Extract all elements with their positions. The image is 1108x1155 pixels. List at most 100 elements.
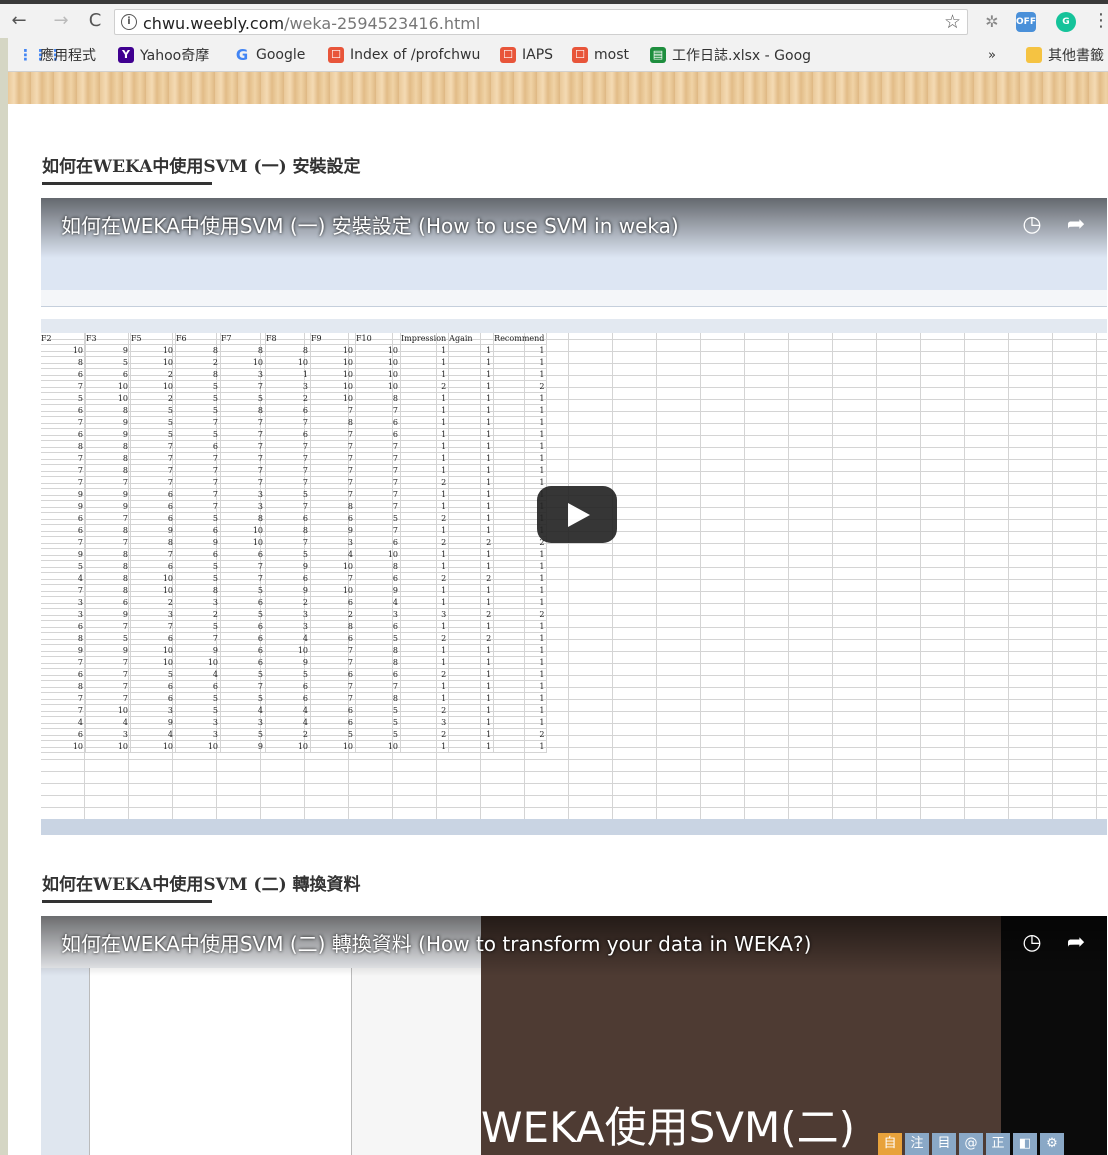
table-cell: 6 xyxy=(41,512,86,525)
heading-underline xyxy=(42,182,212,185)
reload-button[interactable]: C xyxy=(84,10,106,32)
bookmark-google[interactable]: G Google xyxy=(234,45,306,65)
table-cell: 7 xyxy=(310,428,356,441)
table-cell: 1 xyxy=(400,440,450,453)
table-cell: 9 xyxy=(85,608,131,621)
table-cell: 5 xyxy=(130,416,176,429)
table-cell: 5 xyxy=(355,632,401,645)
extension-toolbar: 自 注 目 @ 正 ◧ ⚙ xyxy=(878,1133,1103,1155)
table-cell: 8 xyxy=(310,620,356,633)
video-player-1[interactable]: F2 F3 F5 F6 F7 F8 F9 F10 Impression Again Recommen… xyxy=(41,198,1107,835)
table-cell: 7 xyxy=(220,476,266,489)
menu-icon[interactable]: ⋮ xyxy=(1092,10,1108,32)
bookmark-label: most xyxy=(594,47,629,63)
section-heading-2: 如何在WEKA中使用SVM (二) 轉換資料 xyxy=(42,875,361,895)
play-button[interactable] xyxy=(537,486,617,543)
table-cell: 1 xyxy=(448,524,495,537)
table-cell: 6 xyxy=(41,668,86,681)
table-cell: 10 xyxy=(130,584,176,597)
forward-button[interactable]: → xyxy=(50,10,72,32)
grammarly-icon[interactable]: G xyxy=(1056,12,1076,32)
section-heading-1: 如何在WEKA中使用SVM (一) 安裝設定 xyxy=(42,157,361,177)
table-row: 67658665211 xyxy=(41,512,548,525)
table-cell: 1 xyxy=(493,716,548,729)
table-row: 88767777111 xyxy=(41,440,548,453)
bookmark-most[interactable]: ☐ most xyxy=(572,45,629,65)
ext-button[interactable]: 自 xyxy=(878,1133,902,1155)
share-icon[interactable]: ➦ xyxy=(1063,930,1089,956)
ext-button[interactable]: 注 xyxy=(905,1133,929,1155)
column-header: F5 xyxy=(130,333,176,345)
table-cell: 2 xyxy=(448,632,495,645)
table-cell: 6 xyxy=(41,404,86,417)
ext-button[interactable]: @ xyxy=(959,1133,983,1155)
video-title-2[interactable]: 如何在WEKA中使用SVM (二) 轉換資料 (How to transform… xyxy=(61,928,811,957)
table-cell: 7 xyxy=(355,464,401,477)
table-cell: 5 xyxy=(220,728,266,741)
table-cell: 6 xyxy=(130,500,176,513)
table-cell: 2 xyxy=(265,596,311,609)
table-cell: 7 xyxy=(310,572,356,585)
table-cell: 5 xyxy=(175,392,221,405)
table-cell: 10 xyxy=(130,644,176,657)
bookmarks-overflow-button[interactable]: » xyxy=(988,45,996,65)
table-cell: 6 xyxy=(175,524,221,537)
share-icon[interactable]: ➦ xyxy=(1063,212,1089,238)
apps-shortcut[interactable]: ⋮⋮⋮ 應用程式 xyxy=(18,45,96,65)
table-cell: 6 xyxy=(220,632,266,645)
table-cell: 1 xyxy=(493,704,548,717)
table-cell: 9 xyxy=(130,524,176,537)
back-button[interactable]: ← xyxy=(8,10,30,32)
column-header: F6 xyxy=(175,333,221,345)
table-cell: 7 xyxy=(41,584,86,597)
video-player-2[interactable]: 如何在WEKA中使用SVM (二) 轉換資料 (How to transform… xyxy=(41,916,1107,1155)
settings-icon[interactable]: ⚙ xyxy=(1040,1133,1064,1155)
table-cell: 7 xyxy=(355,404,401,417)
table-cell: 10 xyxy=(355,356,401,369)
table-cell: 1 xyxy=(448,584,495,597)
table-cell: 10 xyxy=(265,356,311,369)
table-cell: 10 xyxy=(355,548,401,561)
table-cell: 6 xyxy=(130,692,176,705)
watch-later-icon[interactable]: ◷ xyxy=(1019,930,1045,956)
table-cell: 7 xyxy=(175,488,221,501)
table-cell: 2 xyxy=(400,704,450,717)
table-cell: 6 xyxy=(355,668,401,681)
table-cell: 8 xyxy=(41,356,86,369)
bookmark-index-profchwu[interactable]: ☐ Index of /profchwu xyxy=(328,45,480,65)
url-text: chwu.weebly.com/weka-2594523416.html xyxy=(143,14,480,33)
table-cell: 5 xyxy=(175,380,221,393)
table-cell: 7 xyxy=(130,620,176,633)
table-cell: 7 xyxy=(85,668,131,681)
table-cell: 1 xyxy=(448,548,495,561)
table-cell: 4 xyxy=(265,704,311,717)
table-cell: 9 xyxy=(220,740,266,753)
table-cell: 8 xyxy=(85,524,131,537)
table-cell: 1 xyxy=(448,452,495,465)
table-cell: 3 xyxy=(220,500,266,513)
video-title-1[interactable]: 如何在WEKA中使用SVM (一) 安裝設定 (How to use SVM i… xyxy=(61,210,679,239)
table-cell: 5 xyxy=(355,716,401,729)
bookmark-yahoo[interactable]: Y Yahoo奇摩 xyxy=(118,45,209,65)
table-cell: 7 xyxy=(265,416,311,429)
table-cell: 10 xyxy=(310,368,356,381)
table-cell: 2 xyxy=(400,536,450,549)
table-cell: 5 xyxy=(130,428,176,441)
bookmark-work-log[interactable]: ▤ 工作日誌.xlsx - Goog xyxy=(650,45,811,65)
other-bookmarks[interactable]: 其他書籤 xyxy=(1026,45,1104,65)
table-cell: 1 xyxy=(400,344,450,357)
paw-extension-icon[interactable]: ✲ xyxy=(982,12,1002,32)
off-extension-icon[interactable]: OFF xyxy=(1016,12,1036,32)
bookmark-iaps[interactable]: ☐ IAPS xyxy=(500,45,553,65)
watch-later-icon[interactable]: ◷ xyxy=(1019,212,1045,238)
ext-button[interactable]: ◧ xyxy=(1013,1133,1037,1155)
info-icon[interactable]: i xyxy=(121,14,137,30)
table-cell: 4 xyxy=(220,704,266,717)
table-cell: 8 xyxy=(355,656,401,669)
column-header: F2 xyxy=(41,333,86,345)
ext-button[interactable]: 正 xyxy=(986,1133,1010,1155)
address-bar[interactable]: i chwu.weebly.com/weka-2594523416.html ☆ xyxy=(114,9,968,35)
table-cell: 8 xyxy=(41,440,86,453)
bookmark-star-icon[interactable]: ☆ xyxy=(944,11,961,33)
ext-button[interactable]: 目 xyxy=(932,1133,956,1155)
